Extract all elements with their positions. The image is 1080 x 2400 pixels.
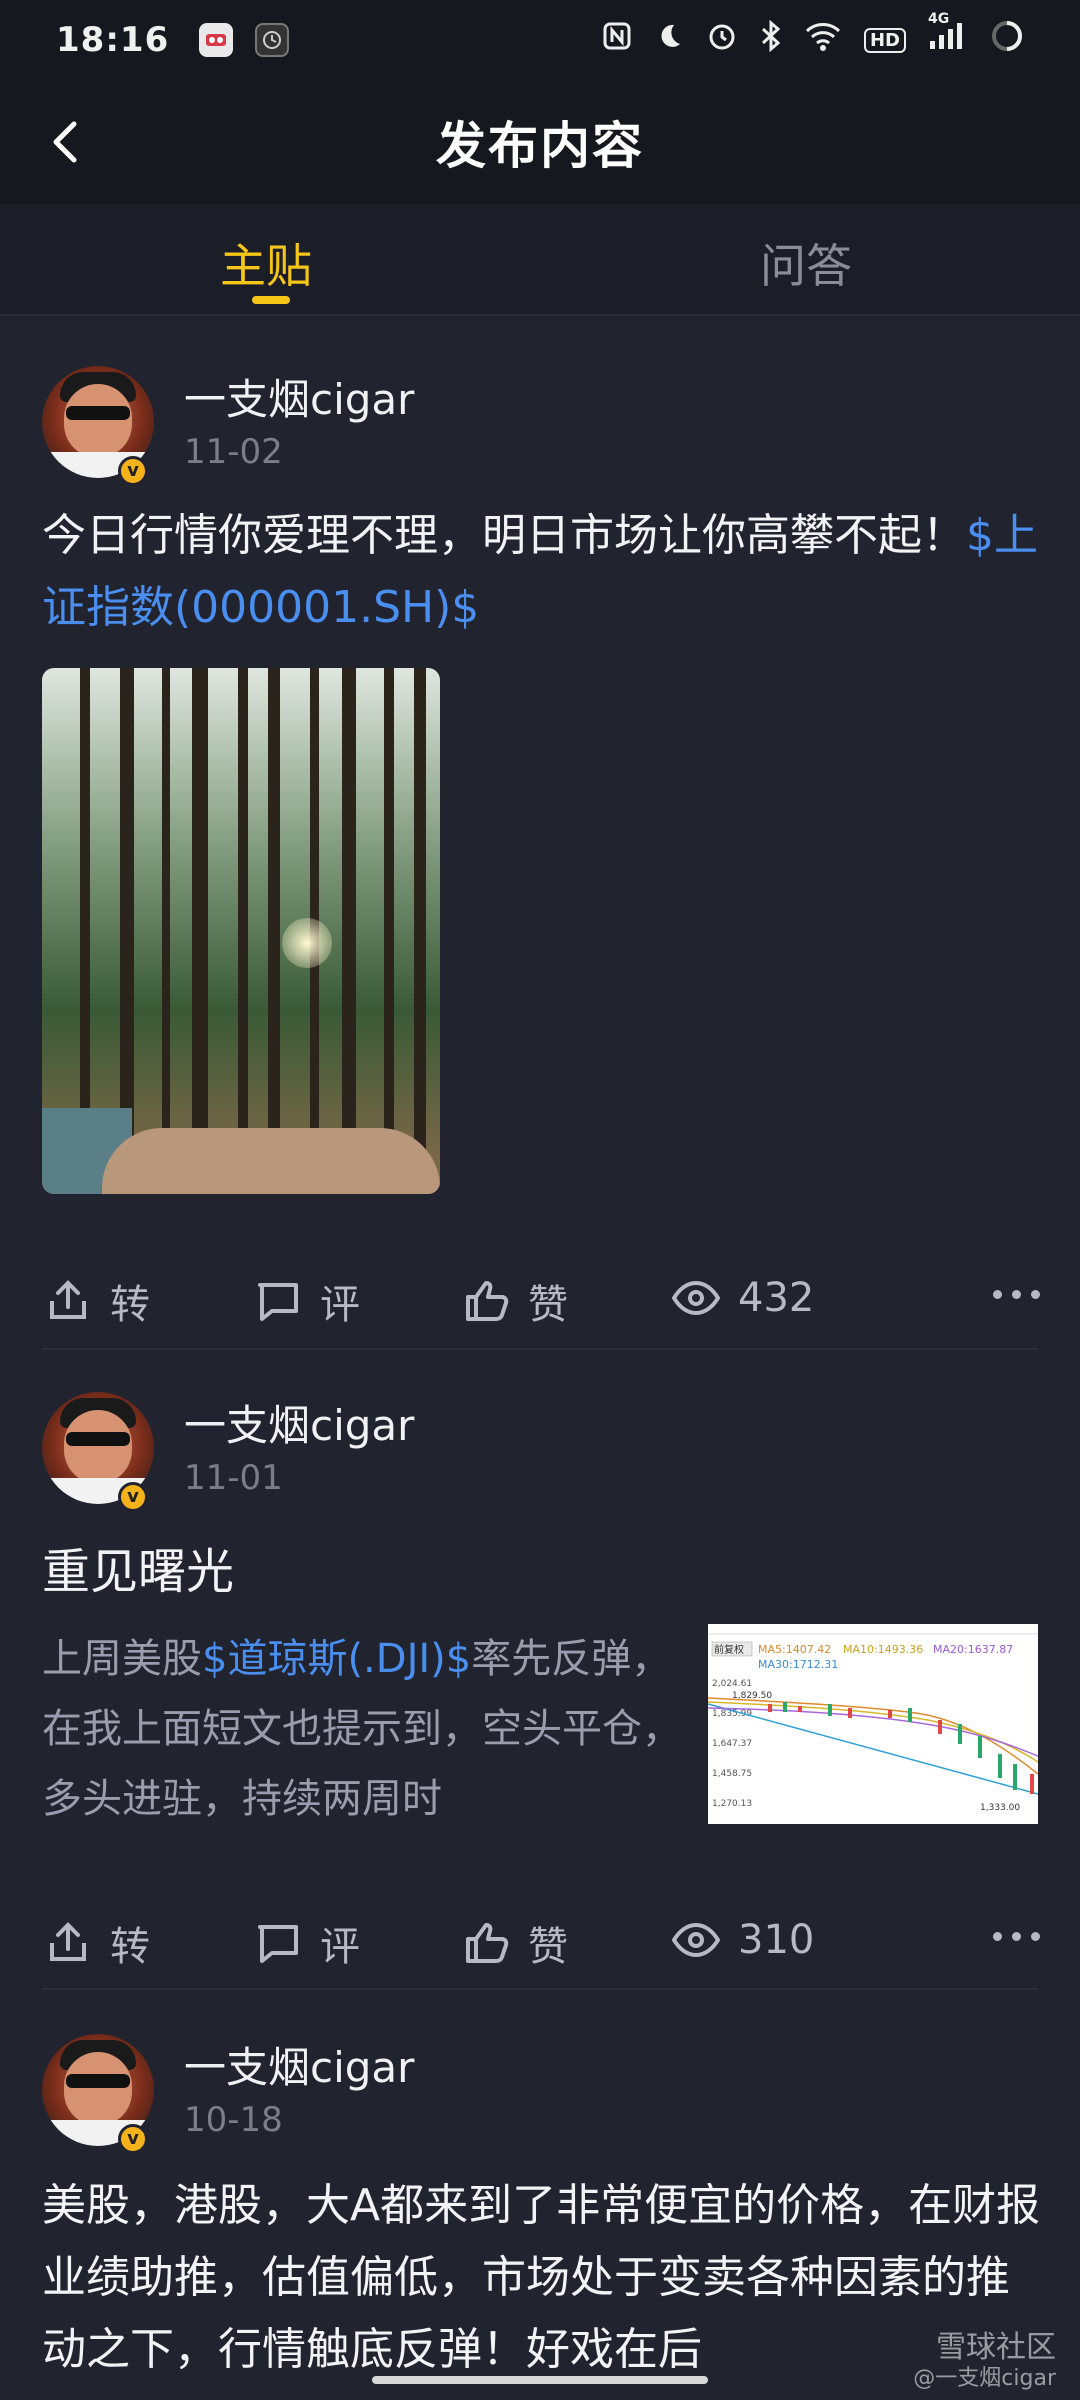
repost-label: 转 [110, 1924, 150, 1970]
status-bar: 18:16 HD 4G [0, 0, 1080, 80]
notification-icons [199, 23, 290, 57]
like-label: 赞 [528, 1924, 568, 1970]
battery-ring-icon [990, 19, 1024, 61]
like-button[interactable]: 赞 [460, 1272, 568, 1330]
price-label: 1,647.37 [712, 1739, 752, 1749]
price-label: 1,458.75 [712, 1769, 752, 1779]
back-button[interactable] [40, 110, 100, 174]
post-card[interactable]: v 一支烟cigar 11-02 今日行情你爱理不理，明日市场让你高攀不起！$上… [0, 316, 1080, 1350]
username[interactable]: 一支烟cigar [184, 366, 414, 427]
signal-icon: 4G [928, 11, 968, 59]
home-indicator[interactable] [372, 2376, 708, 2384]
wifi-icon [804, 21, 842, 59]
article-excerpt[interactable]: 上周美股$道琼斯(.DJI)$率先反弹，在我上面短文也提示到，空头平仓，多头进驻… [42, 1624, 682, 1834]
bluetooth-icon [760, 19, 782, 60]
like-label: 赞 [528, 1282, 568, 1328]
eye-icon [671, 1280, 721, 1316]
more-options-icon[interactable] [993, 1290, 1040, 1299]
comment-label: 评 [320, 1924, 360, 1970]
post-date: 11-02 [184, 432, 283, 472]
ma10-label: MA10:1493.36 [843, 1643, 923, 1656]
price-label: 2,024.61 [712, 1679, 752, 1689]
do-not-disturb-moon-icon [654, 21, 684, 59]
comment-button[interactable]: 评 [252, 1914, 360, 1972]
article-title[interactable]: 重见曙光 [42, 1532, 234, 1602]
share-icon [50, 1280, 86, 1319]
post-body[interactable]: 今日行情你爱理不理，明日市场让你高攀不起！$上证指数(000001.SH)$ [42, 500, 1042, 644]
post-body[interactable]: 美股，港股，大A都来到了非常便宜的价格，在财报业绩助推，估值偏低，市场处于变卖各… [42, 2170, 1042, 2400]
top-app-bar: 发布内容 [0, 80, 1080, 204]
repost-label: 转 [110, 1282, 150, 1328]
network-type-label: 4G [928, 11, 950, 27]
post-text: 美股，港股，大A都来到了非常便宜的价格，在财报业绩助推，估值偏低，市场处于变卖各… [42, 2180, 1041, 2375]
username[interactable]: 一支烟cigar [184, 1392, 414, 1453]
eye-icon [671, 1922, 721, 1958]
price-label: 1,270.13 [712, 1799, 752, 1809]
verified-badge-icon: v [118, 456, 148, 486]
more-options-icon[interactable] [993, 1932, 1040, 1941]
page-title: 发布内容 [436, 117, 644, 175]
thumbs-up-icon [466, 1923, 509, 1963]
comment-icon [258, 1283, 298, 1321]
stock-link[interactable]: $道琼斯(.DJI)$ [202, 1636, 471, 1682]
post-photo[interactable] [42, 668, 440, 1194]
tab-main-posts[interactable]: 主贴 [220, 230, 312, 296]
nfc-icon [602, 21, 632, 59]
ma30-label: MA30:1712.31 [758, 1658, 838, 1671]
tab-qa[interactable]: 问答 [760, 230, 852, 296]
verified-badge-icon: v [118, 2124, 148, 2154]
author-watermark: @一支烟cigar [913, 2366, 1056, 2391]
username[interactable]: 一支烟cigar [184, 2034, 414, 2095]
views-count: 310 [670, 1914, 814, 1966]
post-actions: 转 评 赞 432 [0, 1272, 1080, 1352]
excerpt-text: 上周美股 [42, 1636, 202, 1682]
post-text: 今日行情你爱理不理，明日市场让你高攀不起！ [42, 510, 966, 561]
thumbs-up-icon [466, 1281, 509, 1321]
marker-low: 1,333.00 [980, 1803, 1020, 1813]
content-tabs: 主贴 问答 [0, 204, 1080, 316]
like-button[interactable]: 赞 [460, 1914, 568, 1972]
back-arrow-icon [53, 121, 77, 163]
ma20-label: MA20:1637.87 [933, 1643, 1013, 1656]
views-count: 432 [670, 1272, 814, 1324]
app-notification-icon [199, 23, 234, 57]
repost-button[interactable]: 转 [42, 1272, 150, 1330]
status-time: 18:16 [56, 20, 170, 60]
share-icon [50, 1922, 86, 1961]
ma5-label: MA5:1407.42 [758, 1643, 831, 1656]
post-card[interactable]: v 一支烟cigar 11-01 重见曙光 上周美股$道琼斯(.DJI)$率先反… [0, 1342, 1080, 1990]
verified-badge-icon: v [118, 1482, 148, 1512]
alarm-icon [706, 20, 738, 60]
hd-badge: HD [863, 27, 906, 53]
clock-notification-icon [255, 23, 290, 57]
article-chart-thumbnail[interactable]: 前复权 MA5:1407.42 MA10:1493.36 MA20:1637.8… [708, 1624, 1038, 1824]
comment-button[interactable]: 评 [252, 1272, 360, 1330]
comment-label: 评 [320, 1282, 360, 1328]
post-date: 10-18 [184, 2100, 283, 2140]
post-card[interactable]: v 一支烟cigar 10-18 美股，港股，大A都来到了非常便宜的价格，在财报… [0, 1984, 1080, 2400]
views-value: 310 [738, 1917, 815, 1963]
post-actions: 转 评 赞 310 [0, 1914, 1080, 1994]
system-status-icons: HD 4G [602, 11, 1024, 61]
chart-tag: 前复权 [714, 1643, 744, 1656]
post-date: 11-01 [184, 1458, 283, 1498]
views-value: 432 [738, 1275, 815, 1321]
comment-icon [258, 1925, 298, 1963]
repost-button[interactable]: 转 [42, 1914, 150, 1972]
active-tab-indicator [252, 296, 290, 304]
